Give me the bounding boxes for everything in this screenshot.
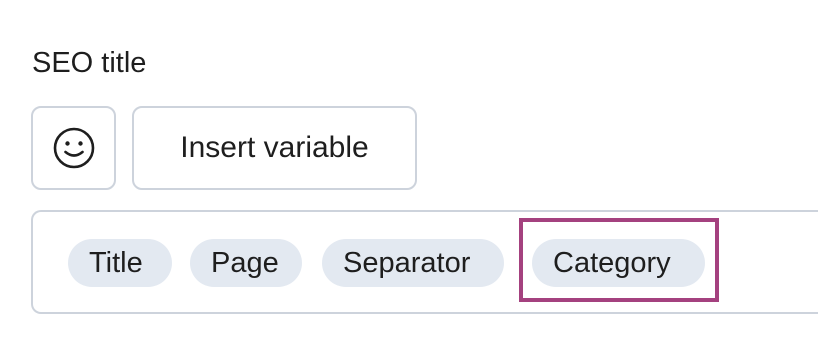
variable-chip-category[interactable]: Category bbox=[532, 239, 705, 287]
variable-chip-title[interactable]: Title bbox=[68, 239, 172, 287]
variable-chip-page[interactable]: Page bbox=[190, 239, 302, 287]
variable-chip-separator[interactable]: Separator bbox=[322, 239, 504, 287]
insert-variable-button[interactable]: Insert variable bbox=[132, 106, 417, 190]
emoji-button[interactable] bbox=[31, 106, 116, 190]
smiley-face-icon bbox=[53, 127, 94, 169]
seo-title-label: SEO title bbox=[32, 47, 147, 79]
editor-toolbar: Insert variable bbox=[31, 106, 417, 190]
